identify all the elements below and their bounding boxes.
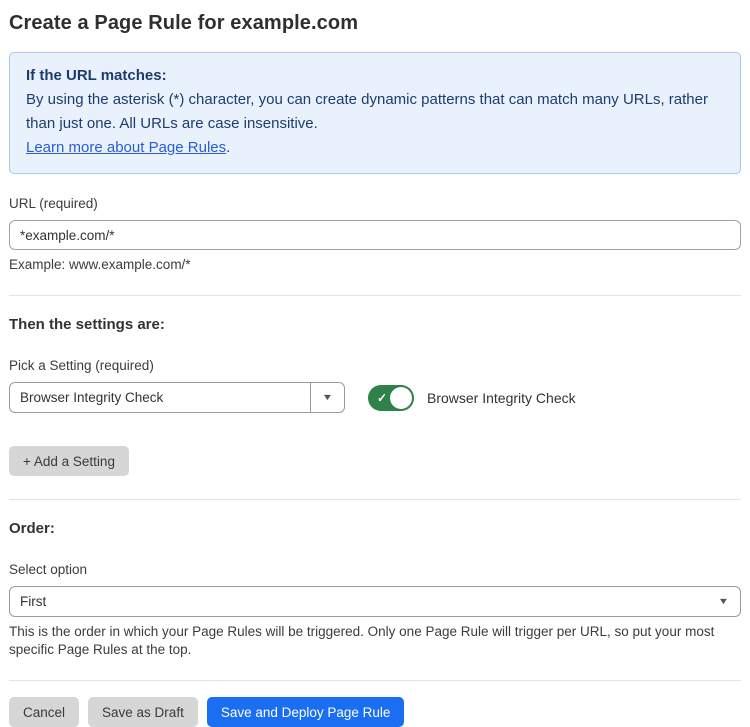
info-box-heading: If the URL matches:	[26, 64, 724, 88]
toggle-label: Browser Integrity Check	[427, 390, 576, 406]
order-select-value: First	[20, 594, 46, 609]
url-input[interactable]	[9, 220, 741, 250]
chevron-down-icon: ▼	[322, 393, 334, 402]
save-as-draft-button[interactable]: Save as Draft	[88, 697, 198, 727]
order-help-text: This is the order in which your Page Rul…	[9, 623, 741, 659]
footer-actions: Cancel Save as Draft Save and Deploy Pag…	[9, 697, 741, 727]
save-and-deploy-button[interactable]: Save and Deploy Page Rule	[207, 697, 405, 727]
setting-select-arrow-button[interactable]: ▼	[310, 383, 344, 412]
url-matches-info-box: If the URL matches: By using the asteris…	[9, 52, 741, 174]
browser-integrity-toggle[interactable]: ✓	[368, 385, 414, 411]
setting-select[interactable]: Browser Integrity Check ▼	[9, 382, 345, 413]
url-field-hint: Example: www.example.com/*	[9, 257, 741, 272]
check-icon: ✓	[377, 392, 387, 404]
divider	[9, 680, 741, 681]
learn-more-link[interactable]: Learn more about Page Rules	[26, 139, 226, 156]
settings-section-heading: Then the settings are:	[9, 316, 741, 333]
divider	[9, 295, 741, 296]
toggle-knob	[390, 387, 412, 409]
setting-picker-label: Pick a Setting (required)	[9, 358, 741, 373]
order-select[interactable]: First ▼	[9, 586, 741, 617]
order-section-heading: Order:	[9, 520, 741, 537]
url-field-label: URL (required)	[9, 196, 741, 211]
info-box-body: By using the asterisk (*) character, you…	[26, 88, 724, 136]
link-suffix: .	[226, 139, 230, 156]
cancel-button[interactable]: Cancel	[9, 697, 79, 727]
setting-select-value: Browser Integrity Check	[10, 383, 310, 412]
create-page-rule-panel: Create a Page Rule for example.com If th…	[0, 0, 750, 720]
order-select-label: Select option	[9, 562, 741, 577]
setting-row: Browser Integrity Check ▼ ✓ Browser Inte…	[9, 382, 741, 413]
chevron-down-icon: ▼	[718, 597, 730, 606]
divider	[9, 499, 741, 500]
page-title: Create a Page Rule for example.com	[9, 12, 741, 35]
add-setting-button[interactable]: + Add a Setting	[9, 446, 129, 476]
